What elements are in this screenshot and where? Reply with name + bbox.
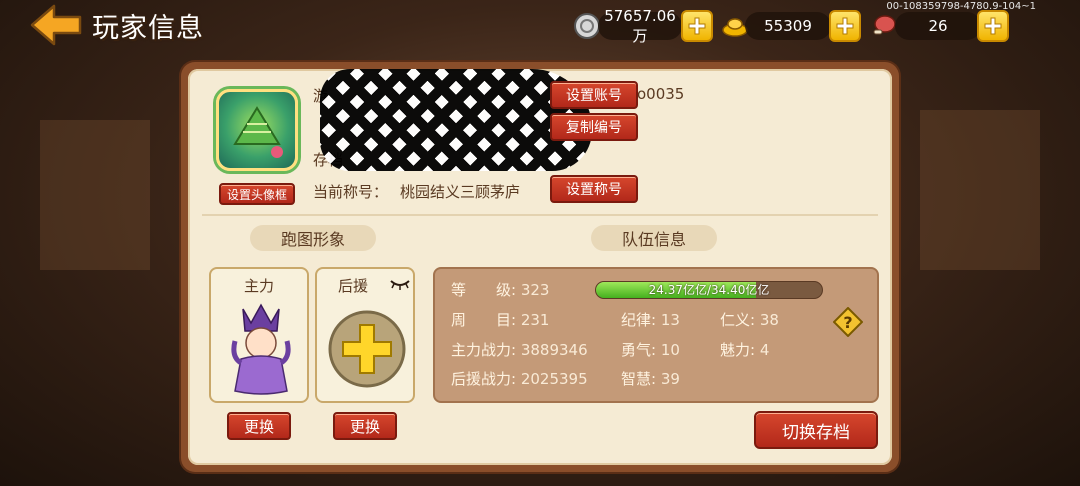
benevolence-value: 38 <box>759 311 779 329</box>
current-title-label: 当前称号： <box>313 183 389 201</box>
main-power-stat: 主力战力: 3889346 <box>451 339 588 360</box>
courage-label: 勇气: <box>621 341 657 359</box>
plus-icon <box>836 17 854 35</box>
discipline-stat: 纪律: 13 <box>621 309 680 330</box>
silver-value: 57657.06万 <box>604 6 676 45</box>
stamina-value: 26 <box>928 17 948 35</box>
team-stats-box: 等 级: 323 24.37亿亿/34.40亿亿 周 目: 231 纪律: 13… <box>433 267 879 403</box>
switch-save-button[interactable]: 切换存档 <box>754 411 878 449</box>
plus-icon <box>688 17 706 35</box>
back-arrow-button[interactable] <box>30 4 84 46</box>
help-button[interactable]: ? <box>832 306 864 338</box>
gold-counter: 55309 <box>745 12 831 40</box>
background-window-left <box>40 120 150 270</box>
week-label: 周 目: <box>451 311 517 329</box>
benevolence-stat: 仁义: 38 <box>720 309 779 330</box>
courage-stat: 勇气: 10 <box>621 339 680 360</box>
level-label: 等 级: <box>451 281 517 299</box>
add-gold-button[interactable] <box>829 10 861 42</box>
player-avatar[interactable] <box>216 89 298 171</box>
eye-icon <box>390 280 410 290</box>
discipline-label: 纪律: <box>621 311 657 329</box>
main-slot-label: 主力 <box>243 277 274 295</box>
team-info-header: 队伍信息 <box>591 225 717 251</box>
background-window-right <box>920 110 1040 270</box>
courage-value: 10 <box>660 341 680 359</box>
player-id-suffix: o0035 <box>637 85 685 103</box>
backup-slot-label: 后援 <box>337 277 368 295</box>
panel-content: 设置头像框 游 存档 当前称号： 桃园结义三顾茅庐 o0035 设置账号 复制编… <box>188 69 892 465</box>
runner-appearance-header: 跑图形象 <box>250 225 376 251</box>
charm-label: 魅力: <box>720 341 756 359</box>
player-info-panel: 设置头像框 游 存档 当前称号： 桃园结义三顾茅庐 o0035 设置账号 复制编… <box>181 62 899 472</box>
copy-id-button[interactable]: 复制编号 <box>550 113 638 141</box>
week-value: 231 <box>520 311 550 329</box>
question-mark-icon: ? <box>832 306 864 338</box>
exp-progress-text: 24.37亿亿/34.40亿亿 <box>648 283 770 297</box>
backup-power-label: 后援战力: <box>451 370 517 388</box>
zongzi-avatar-icon <box>233 106 283 158</box>
benevolence-label: 仁义: <box>720 311 756 329</box>
character-portrait-icon <box>231 303 291 395</box>
backup-character-slot[interactable]: 后援 <box>315 267 415 403</box>
exp-progress-bar: 24.37亿亿/34.40亿亿 <box>595 281 823 299</box>
charm-stat: 魅力: 4 <box>720 339 769 360</box>
swap-main-button[interactable]: 更换 <box>227 412 291 440</box>
set-avatar-frame-button[interactable]: 设置头像框 <box>219 183 295 205</box>
stamina-counter: 26 <box>895 12 981 40</box>
add-stamina-button[interactable] <box>977 10 1009 42</box>
silver-counter: 57657.06万 <box>598 7 682 45</box>
silver-coin-icon <box>574 13 600 39</box>
level-value: 323 <box>520 281 550 299</box>
set-account-button[interactable]: 设置账号 <box>550 81 638 109</box>
main-power-label: 主力战力: <box>451 341 517 359</box>
wisdom-stat: 智慧: 39 <box>621 368 680 389</box>
week-stat: 周 目: 231 <box>451 309 549 330</box>
main-character-slot[interactable]: 主力 <box>209 267 309 403</box>
discipline-value: 13 <box>660 311 680 329</box>
set-title-button[interactable]: 设置称号 <box>550 175 638 203</box>
meat-stamina-icon <box>873 15 896 35</box>
backup-power-stat: 后援战力: 2025395 <box>451 368 588 389</box>
add-silver-button[interactable] <box>681 10 713 42</box>
gold-value: 55309 <box>764 17 812 35</box>
main-power-value: 3889346 <box>520 341 588 359</box>
back-arrow-icon <box>30 4 82 46</box>
backup-power-value: 2025395 <box>520 370 588 388</box>
wisdom-value: 39 <box>660 370 680 388</box>
debug-id-text: 00-108359798-4780.9-104~1 <box>886 1 1036 12</box>
level-stat: 等 级: 323 <box>451 279 549 300</box>
charm-value: 4 <box>759 341 770 359</box>
add-backup-icon <box>328 310 406 388</box>
svg-text:?: ? <box>843 313 852 332</box>
section-divider <box>202 214 878 216</box>
current-title-value: 桃园结义三顾茅庐 <box>400 183 521 201</box>
page-title: 玩家信息 <box>92 13 204 44</box>
wisdom-label: 智慧: <box>621 370 657 388</box>
swap-backup-button[interactable]: 更换 <box>333 412 397 440</box>
plus-icon <box>984 17 1002 35</box>
